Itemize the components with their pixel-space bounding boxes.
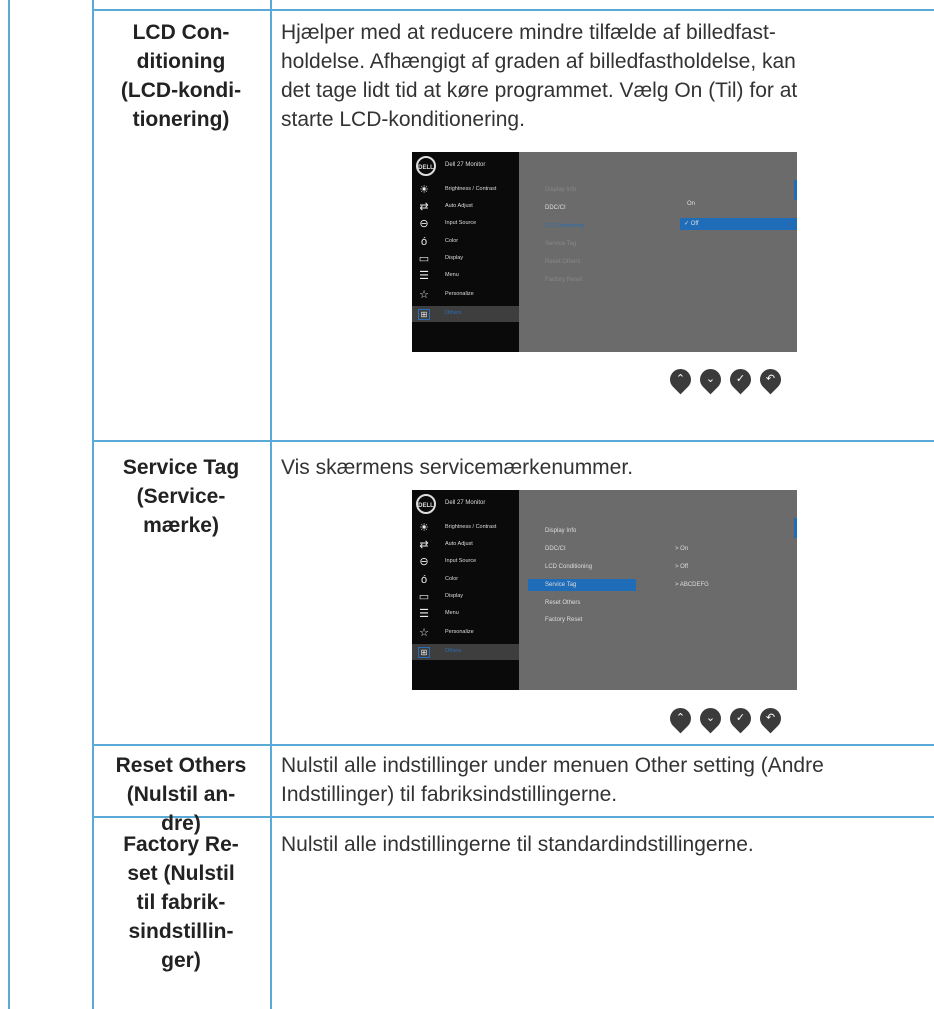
osd-sub-ddcci[interactable]: DDC/CI — [545, 205, 566, 217]
osd-sub-service-tag[interactable]: Service Tag — [545, 582, 576, 594]
osd-value-lcd: > Off — [675, 564, 689, 570]
desc-service-tag: Vis skærmens servicemærkenummer. — [281, 456, 634, 479]
display-icon: ▭ — [418, 591, 430, 603]
back-icon[interactable]: ↶ — [755, 703, 786, 734]
osd-sub-factory-reset[interactable]: Factory Reset — [545, 277, 582, 289]
brightness-icon: ☀ — [419, 184, 429, 196]
osd-menu-menu[interactable]: ☰ Menu — [412, 268, 519, 284]
color-icon: ó — [420, 574, 428, 586]
osd-menu-display[interactable]: ▭ Display — [412, 251, 519, 267]
term-factory-reset: Factory Re- set (Nulstil til fabrik- sin… — [123, 833, 239, 972]
menu-icon: ☰ — [419, 608, 429, 620]
down-icon[interactable]: ⌄ — [695, 364, 726, 395]
osd-nav-buttons-2: ⌃ ⌄ ✓ ↶ — [665, 703, 800, 734]
term-service-tag: Service Tag (Service- mærke) — [122, 456, 240, 537]
input-source-icon: ⊖ — [419, 218, 429, 230]
term-lcd-conditioning: LCD Con- ditioning (LCD-kondi- tionering… — [120, 21, 242, 131]
row-divider-1 — [92, 440, 934, 442]
osd-lcd-conditioning: DELL Dell 27 Monitor ☀ Brightness / Contr… — [412, 152, 797, 352]
osd-menu-brightness[interactable]: ☀ Brightness / Contrast — [412, 520, 519, 536]
osd-service-tag: DELL Dell 27 Monitor ☀ Brightness / Contr… — [412, 490, 797, 690]
osd-title: Dell 27 Monitor — [445, 500, 486, 506]
osd-menu-others[interactable]: ⊞ Others — [412, 306, 519, 322]
back-icon[interactable]: ↶ — [755, 364, 786, 395]
up-icon[interactable]: ⌃ — [665, 364, 696, 395]
osd-nav-buttons-1: ⌃ ⌄ ✓ ↶ — [665, 364, 800, 395]
check-icon[interactable]: ✓ — [725, 364, 756, 395]
osd-sub-lcd-conditioning[interactable]: LCD Conditioning — [545, 223, 584, 235]
table-border-top — [92, 9, 934, 11]
row-divider-2 — [92, 744, 934, 746]
desc-reset-others: Nulstil alle indstillinger under menuen … — [281, 754, 824, 806]
osd-menu-menu[interactable]: ☰ Menu — [412, 606, 519, 622]
osd-sub-display-info[interactable]: Display Info — [545, 187, 576, 199]
auto-adjust-icon: ⇄ — [419, 201, 429, 213]
osd-menu-auto-adjust[interactable]: ⇄ Auto Adjust — [412, 537, 519, 553]
osd-sub-reset-others[interactable]: Reset Others — [545, 259, 580, 271]
brightness-icon: ☀ — [419, 522, 429, 534]
osd-sub-factory-reset[interactable]: Factory Reset — [545, 617, 582, 629]
osd-menu-personalize[interactable]: ☆ Personalize — [412, 287, 519, 303]
osd-option-on[interactable]: On — [687, 201, 695, 207]
personalize-icon: ☆ — [419, 289, 429, 301]
up-icon[interactable]: ⌃ — [665, 703, 696, 734]
input-source-icon: ⊖ — [419, 556, 429, 568]
desc-factory-reset: Nulstil alle indstillingerne til standar… — [281, 833, 754, 856]
osd-menu-auto-adjust[interactable]: ⇄ Auto Adjust — [412, 199, 519, 215]
osd-menu-input-source[interactable]: ⊖ Input Source — [412, 554, 519, 570]
osd-menu-color[interactable]: ó Color — [412, 572, 519, 588]
dell-logo: DELL — [416, 156, 436, 176]
others-icon: ⊞ — [418, 647, 430, 658]
osd-value-ddcci: > On — [675, 546, 689, 552]
down-icon[interactable]: ⌄ — [695, 703, 726, 734]
term-reset-others: Reset Others (Nulstil an- dre) — [115, 754, 247, 835]
display-icon: ▭ — [418, 253, 430, 265]
auto-adjust-icon: ⇄ — [419, 539, 429, 551]
desc-lcd-conditioning: Hjælper med at reducere mindre tilfælde … — [281, 21, 798, 131]
osd-option-off[interactable]: ✓ Off — [684, 220, 699, 227]
osd-sub-display-info[interactable]: Display Info — [545, 528, 576, 540]
osd-menu-personalize[interactable]: ☆ Personalize — [412, 625, 519, 641]
table-border-left — [8, 0, 10, 1009]
personalize-icon: ☆ — [419, 627, 429, 639]
osd-sub-service-tag[interactable]: Service Tag — [545, 241, 576, 253]
osd-sub-ddcci[interactable]: DDC/CI — [545, 546, 566, 558]
dell-logo: DELL — [416, 494, 436, 514]
osd-menu-input-source[interactable]: ⊖ Input Source — [412, 216, 519, 232]
osd-menu-color[interactable]: ó Color — [412, 234, 519, 250]
color-icon: ó — [420, 236, 428, 248]
menu-icon: ☰ — [419, 270, 429, 282]
osd-title: Dell 27 Monitor — [445, 162, 486, 168]
osd-menu-others[interactable]: ⊞ Others — [412, 644, 519, 660]
table-border-col2 — [270, 0, 272, 1009]
osd-menu-display[interactable]: ▭ Display — [412, 589, 519, 605]
osd-sub-reset-others[interactable]: Reset Others — [545, 600, 580, 612]
osd-value-service-tag: > ABCDEFG — [675, 582, 709, 588]
osd-sub-lcd-conditioning[interactable]: LCD Conditioning — [545, 564, 592, 576]
check-icon[interactable]: ✓ — [725, 703, 756, 734]
others-icon: ⊞ — [418, 309, 430, 320]
osd-menu-brightness[interactable]: ☀ Brightness / Contrast — [412, 182, 519, 198]
